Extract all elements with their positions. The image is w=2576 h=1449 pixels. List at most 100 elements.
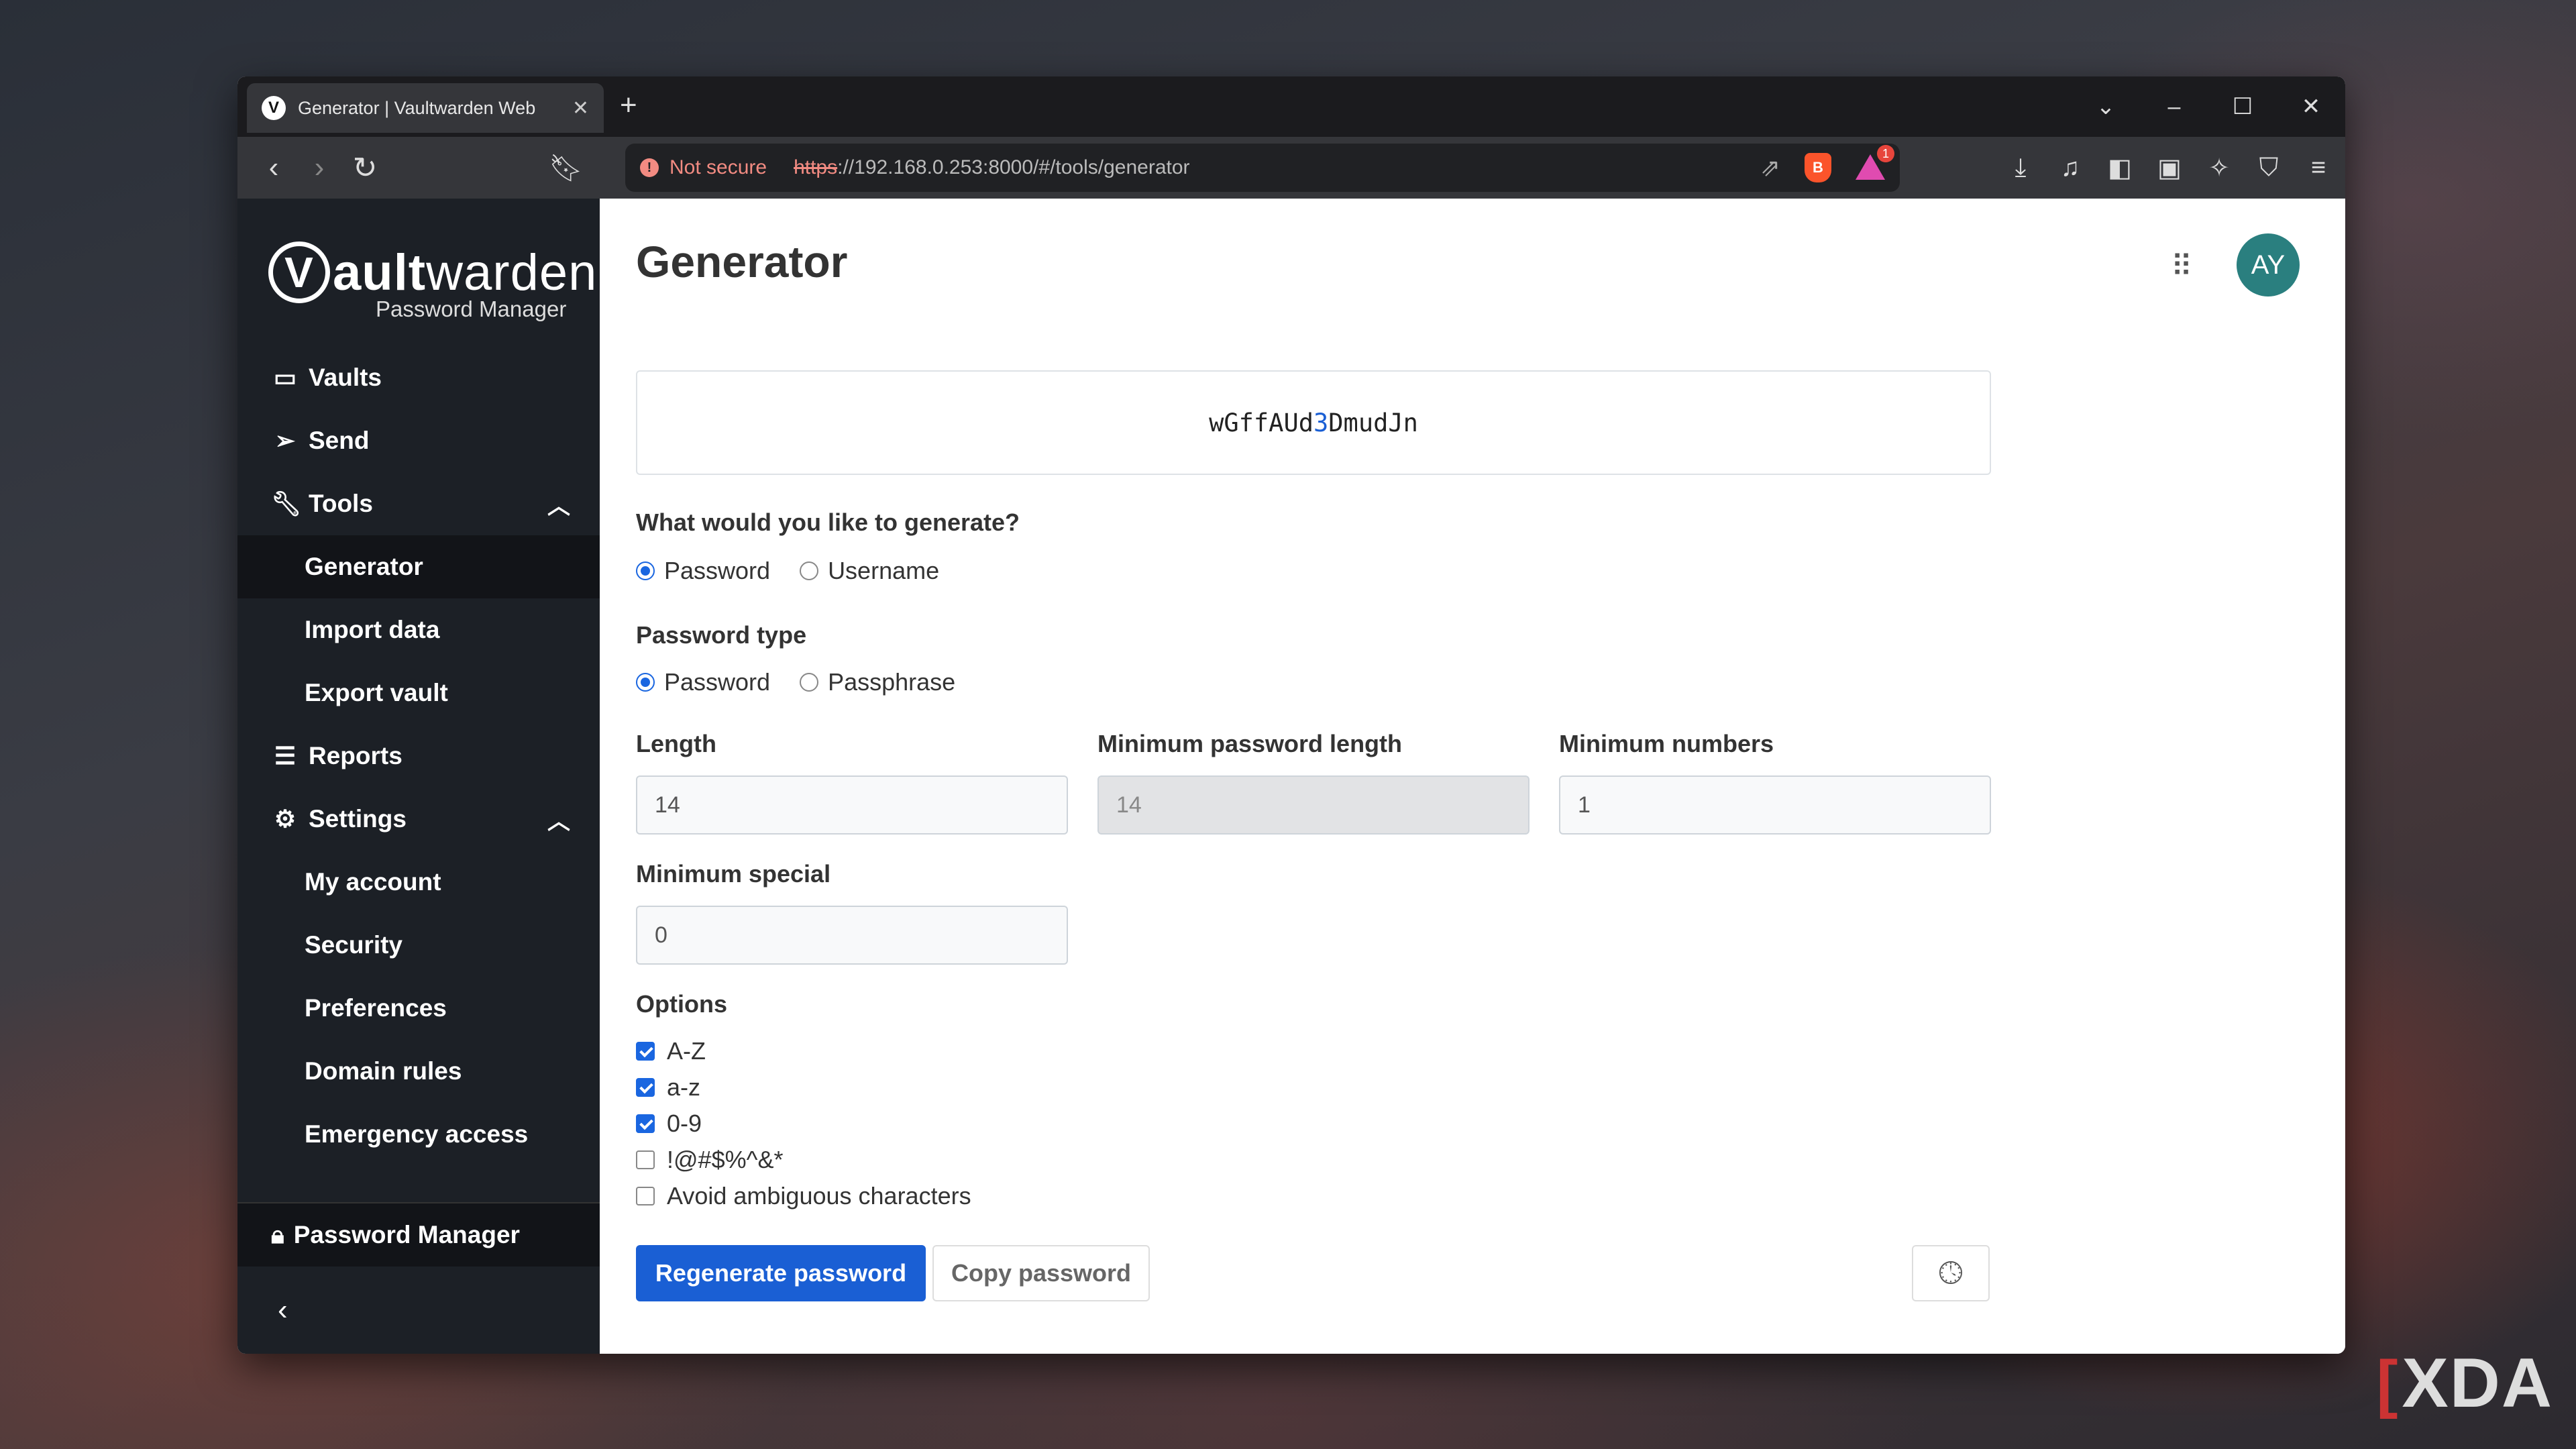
collapse-sidebar-button[interactable]: ‹ bbox=[237, 1267, 600, 1354]
radio-password-label[interactable]: Password bbox=[664, 557, 770, 585]
back-icon[interactable]: ‹ bbox=[251, 151, 297, 184]
min-special-label: Minimum special bbox=[636, 860, 831, 888]
browser-window: V Generator | Vaultwarden Web ✕ + ⌄ – ☐ … bbox=[237, 76, 2345, 1354]
sidebar-item-domain-rules[interactable]: Domain rules bbox=[237, 1040, 600, 1103]
radio-username-label[interactable]: Username bbox=[828, 557, 939, 585]
min-numbers-label: Minimum numbers bbox=[1559, 730, 1774, 757]
avoid-ambiguous-label[interactable]: Avoid ambiguous characters bbox=[667, 1182, 971, 1210]
sidebar: V ault warden Password Manager ▭ Vaults ➢… bbox=[237, 199, 600, 1354]
menu-icon[interactable]: ≡ bbox=[2305, 154, 2332, 182]
copy-password-button[interactable]: Copy password bbox=[932, 1245, 1150, 1301]
radio-type-passphrase-label[interactable]: Passphrase bbox=[828, 668, 955, 696]
sidebar-item-export-vault[interactable]: Export vault bbox=[237, 661, 600, 724]
reload-icon[interactable]: ↻ bbox=[342, 151, 388, 185]
special-checkbox[interactable] bbox=[636, 1150, 655, 1169]
sidebar-item-send[interactable]: ➢ Send bbox=[237, 409, 600, 472]
radio-type-password[interactable] bbox=[636, 673, 655, 692]
page-title: Generator bbox=[636, 237, 848, 286]
generate-type-radio-group: Password Username bbox=[636, 557, 939, 585]
security-label[interactable]: Not secure bbox=[669, 156, 767, 179]
address-bar-row: ‹ › ↻ 🔖︎ ! Not secure https://192.168.0.… bbox=[237, 137, 2345, 199]
sidebar-toggle-icon[interactable]: ◧ bbox=[2106, 153, 2133, 183]
length-input[interactable]: 14 bbox=[636, 775, 1068, 835]
option-avoid-ambiguous[interactable]: Avoid ambiguous characters bbox=[636, 1182, 971, 1210]
radio-type-passphrase[interactable] bbox=[800, 673, 819, 692]
password-history-button[interactable]: 🕓︎ bbox=[1912, 1245, 1990, 1301]
product-switcher-label: Password Manager bbox=[293, 1221, 520, 1248]
xda-watermark: [ XDA bbox=[2376, 1344, 2553, 1424]
option-uppercase[interactable]: A-Z bbox=[636, 1037, 706, 1065]
media-icon[interactable]: ♫ bbox=[2057, 154, 2084, 182]
forward-icon[interactable]: › bbox=[297, 151, 342, 184]
url-path: ://192.168.0.253:8000/#/tools/generator bbox=[837, 156, 1190, 178]
special-label[interactable]: !@#$%^&* bbox=[667, 1146, 784, 1174]
password-part-2: DmudJn bbox=[1328, 408, 1418, 437]
sidebar-item-vaults[interactable]: ▭ Vaults bbox=[237, 346, 600, 409]
sidebar-item-tools[interactable]: 🔧︎ Tools ︿ bbox=[237, 472, 600, 535]
tab-search-icon[interactable]: ⌄ bbox=[2072, 93, 2140, 120]
tab-bar: V Generator | Vaultwarden Web ✕ + ⌄ – ☐ … bbox=[237, 76, 2345, 137]
numbers-label[interactable]: 0-9 bbox=[667, 1110, 702, 1138]
avatar[interactable]: AY bbox=[2237, 233, 2300, 297]
vaultwarden-favicon-icon: V bbox=[262, 96, 286, 120]
radio-password[interactable] bbox=[636, 561, 655, 580]
radio-type-password-label[interactable]: Password bbox=[664, 668, 770, 696]
leo-ai-icon[interactable]: ✧ bbox=[2206, 153, 2233, 183]
avoid-ambiguous-checkbox[interactable] bbox=[636, 1187, 655, 1205]
generated-password-display: wGffAUd 3 DmudJn bbox=[636, 370, 1991, 475]
option-lowercase[interactable]: a-z bbox=[636, 1073, 700, 1102]
bookmark-icon[interactable]: 🔖︎ bbox=[549, 152, 583, 184]
option-special[interactable]: !@#$%^&* bbox=[636, 1146, 784, 1174]
sidebar-item-reports[interactable]: ☰ Reports bbox=[237, 724, 600, 788]
sidebar-item-preferences[interactable]: Preferences bbox=[237, 977, 600, 1040]
browser-tab[interactable]: V Generator | Vaultwarden Web ✕ bbox=[247, 83, 604, 133]
url-actions: ⇗ B 1 bbox=[1760, 145, 1894, 182]
wallet-icon[interactable]: ▣ bbox=[2156, 153, 2183, 183]
main-panel: Generator ⠿ AY wGffAUd 3 DmudJn What would… bbox=[600, 199, 2345, 1354]
close-window-icon[interactable]: ✕ bbox=[2277, 93, 2345, 120]
min-special-input[interactable]: 0 bbox=[636, 906, 1068, 965]
sidebar-item-import-data[interactable]: Import data bbox=[237, 598, 600, 661]
sidebar-item-generator[interactable]: Generator bbox=[237, 535, 600, 598]
numbers-checkbox[interactable] bbox=[636, 1114, 655, 1133]
lowercase-checkbox[interactable] bbox=[636, 1078, 655, 1097]
brave-shields-icon[interactable]: B bbox=[1805, 153, 1831, 182]
radio-username[interactable] bbox=[800, 561, 819, 580]
product-switcher[interactable]: 🔒︎ Password Manager bbox=[237, 1202, 600, 1267]
sidebar-item-security[interactable]: Security bbox=[237, 914, 600, 977]
app-switcher-icon[interactable]: ⠿ bbox=[2171, 250, 2192, 284]
sidebar-item-emergency-access[interactable]: Emergency access bbox=[237, 1103, 600, 1166]
brave-rewards-icon[interactable]: 1 bbox=[1856, 145, 1894, 181]
close-tab-icon[interactable]: ✕ bbox=[572, 97, 589, 120]
chevron-up-icon[interactable]: ︿ bbox=[547, 803, 570, 836]
clock-icon: 🕓︎ bbox=[1938, 1255, 1964, 1290]
regenerate-password-button[interactable]: Regenerate password bbox=[636, 1245, 926, 1301]
vaultwarden-logo[interactable]: V ault warden Password Manager bbox=[237, 199, 600, 346]
download-icon[interactable]: ⤓ bbox=[2007, 154, 2034, 182]
uppercase-label[interactable]: A-Z bbox=[667, 1037, 706, 1065]
password-type-label: Password type bbox=[636, 621, 807, 649]
sidebar-item-my-account[interactable]: My account bbox=[237, 851, 600, 914]
url-box[interactable]: ! Not secure https://192.168.0.253:8000/… bbox=[625, 144, 1900, 192]
brand-name-bold: ault bbox=[333, 244, 427, 301]
uppercase-checkbox[interactable] bbox=[636, 1042, 655, 1061]
chevron-up-icon[interactable]: ︿ bbox=[547, 488, 570, 521]
sidebar-item-settings[interactable]: ⚙ Settings ︿ bbox=[237, 788, 600, 851]
password-part-1: wGffAUd bbox=[1209, 408, 1313, 437]
password-digit: 3 bbox=[1313, 408, 1329, 437]
maximize-icon[interactable]: ☐ bbox=[2208, 93, 2277, 120]
share-icon[interactable]: ⇗ bbox=[1760, 154, 1780, 182]
sidebar-item-label: Tools bbox=[309, 490, 373, 517]
new-tab-icon[interactable]: + bbox=[620, 89, 637, 122]
xda-watermark-text: XDA bbox=[2402, 1344, 2553, 1422]
url-protocol: https bbox=[794, 156, 838, 178]
min-length-label: Minimum password length bbox=[1097, 730, 1403, 757]
lowercase-label[interactable]: a-z bbox=[667, 1073, 700, 1102]
option-numbers[interactable]: 0-9 bbox=[636, 1110, 702, 1138]
rewards-badge: 1 bbox=[1877, 145, 1894, 162]
min-numbers-input[interactable]: 1 bbox=[1559, 775, 1991, 835]
wrench-icon: 🔧︎ bbox=[271, 490, 302, 517]
vpn-icon[interactable]: ⛉ bbox=[2255, 154, 2282, 182]
minimize-icon[interactable]: – bbox=[2140, 94, 2208, 120]
url-text[interactable]: https://192.168.0.253:8000/#/tools/gener… bbox=[794, 156, 1189, 179]
